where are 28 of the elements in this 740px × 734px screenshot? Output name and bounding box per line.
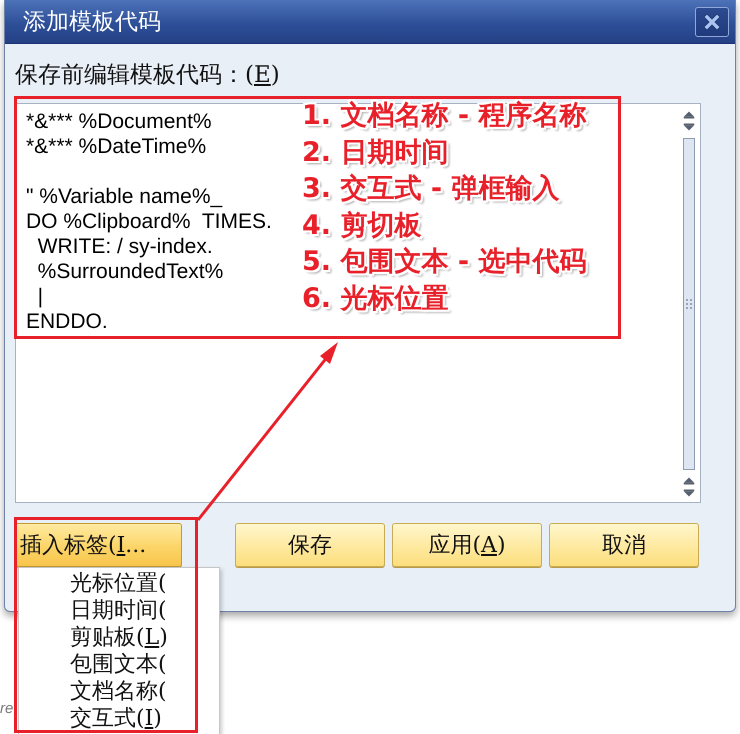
background-text: re (0, 700, 14, 718)
apply-button[interactable]: 应用(A) (392, 523, 542, 567)
menu-item[interactable]: 日期时间( (19, 597, 219, 624)
annotation-note: 2. 日期时间 (302, 136, 450, 170)
scroll-down-icon[interactable] (682, 122, 696, 132)
annotation-note: 6. 光标位置 (302, 282, 450, 316)
annotation-note: 5. 包围文本 - 选中代码 (302, 245, 586, 280)
menu-item[interactable]: 包围文本( (19, 651, 219, 678)
editor-label: 保存前编辑模板代码：(E) (15, 61, 280, 90)
menu-item[interactable]: 文档名称( (19, 678, 219, 705)
menu-item[interactable]: 光标位置( (19, 570, 219, 597)
code-text: *&*** %Document% *&*** %DateTime% " %Variable name%_ DO %Clipboard% TIMES. WRITE: / sy-index. %SurroundedText% | ENDDO. (26, 109, 272, 334)
menu-item[interactable]: 剪贴板(L) (19, 624, 219, 651)
close-icon (702, 12, 722, 32)
annotation-note: 4. 剪切板 (302, 208, 422, 243)
code-editor[interactable]: *&*** %Document% *&*** %DateTime% " %Variable name%_ DO %Clipboard% TIMES. WRITE: / sy-index. %SurroundedText% | ENDDO. 1. 文档名称 - 程序名称 2. 日期时间 3. 交互式 - 弹框输入 4. 剪切板 5. 包围文本 - 选中代码 6. 光标位置 (15, 103, 701, 503)
insert-tag-button[interactable]: 插入标签(I... (15, 523, 182, 567)
scroll-up-icon[interactable] (682, 110, 696, 120)
window-title: 添加模板代码 (23, 8, 161, 37)
save-button[interactable]: 保存 (235, 523, 385, 567)
scroll-up-icon[interactable] (682, 476, 696, 486)
grip-icon (686, 299, 692, 309)
scrollbar-thumb[interactable] (683, 138, 695, 470)
annotation-note: 3. 交互式 - 弹框输入 (302, 172, 560, 206)
scroll-down-icon[interactable] (682, 488, 696, 498)
cancel-button[interactable]: 取消 (549, 523, 699, 567)
close-button[interactable] (695, 6, 729, 36)
menu-item[interactable]: 交互式(I) (19, 705, 219, 732)
